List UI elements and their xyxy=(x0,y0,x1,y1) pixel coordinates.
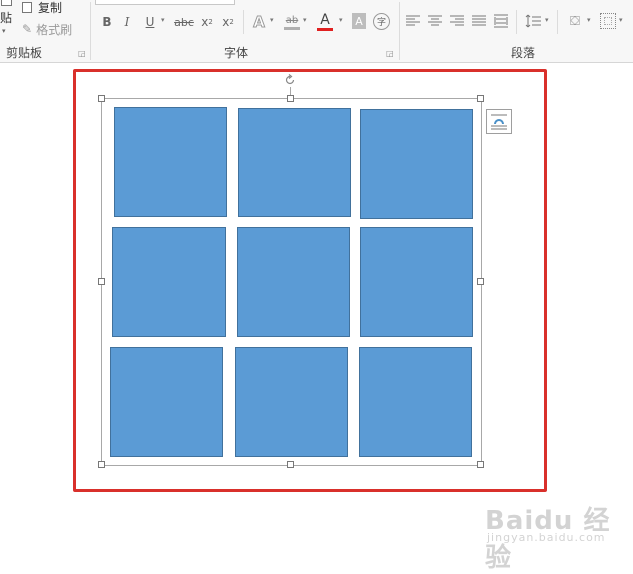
line-spacing-dropdown-icon[interactable]: ▾ xyxy=(545,16,549,24)
shading-button[interactable]: ⛋ xyxy=(566,11,584,31)
align-center-icon xyxy=(428,15,442,26)
font-color-button[interactable]: A xyxy=(317,11,333,33)
italic-button[interactable]: I xyxy=(120,13,134,31)
resize-handle-top[interactable] xyxy=(287,95,294,102)
char-shading-label: A xyxy=(355,14,363,28)
grid-cell-5[interactable] xyxy=(237,227,350,337)
grid-cell-7[interactable] xyxy=(110,347,223,457)
highlight-label: ab xyxy=(285,14,299,26)
paint-bucket-icon: ⛋ xyxy=(570,13,580,29)
bold-label: B xyxy=(102,15,112,29)
superscript-button[interactable]: x2 xyxy=(220,13,236,31)
superscript-mark: 2 xyxy=(229,18,234,26)
line-spacing-icon xyxy=(525,14,541,28)
text-effects-dropdown-icon[interactable]: ▾ xyxy=(270,16,274,24)
resize-handle-top-right[interactable] xyxy=(477,95,484,102)
align-left-button[interactable] xyxy=(405,13,421,29)
baidu-watermark: Baidu 经验 jingyan.baidu.com xyxy=(481,500,629,573)
resize-handle-top-left[interactable] xyxy=(98,95,105,102)
shading-dropdown-icon[interactable]: ▾ xyxy=(587,16,591,24)
paste-label: 贴 xyxy=(0,11,13,25)
subscript-mark: 2 xyxy=(208,18,213,26)
clipboard-dialog-launcher-icon[interactable]: ◲ xyxy=(78,49,86,58)
group-separator xyxy=(243,10,244,34)
underline-label: U xyxy=(145,15,155,29)
grid-cell-3[interactable] xyxy=(360,109,473,219)
paste-dropdown-icon[interactable]: ▾ xyxy=(2,27,6,35)
line-spacing-button[interactable] xyxy=(524,12,542,30)
watermark-sub: jingyan.baidu.com xyxy=(487,531,606,544)
superscript-label: x xyxy=(222,15,230,29)
resize-handle-bottom-left[interactable] xyxy=(98,461,105,468)
paste-button[interactable]: 贴 ▾ xyxy=(0,0,14,35)
font-color-dropdown-icon[interactable]: ▾ xyxy=(339,16,343,24)
group-separator xyxy=(399,2,400,60)
resize-handle-left[interactable] xyxy=(98,278,105,285)
distributed-button[interactable] xyxy=(493,12,509,30)
grid-cell-9[interactable] xyxy=(359,347,472,457)
grid-cell-4[interactable] xyxy=(112,227,226,337)
highlight-color-bar xyxy=(284,26,300,30)
resize-handle-bottom-right[interactable] xyxy=(477,461,484,468)
enclose-char-button[interactable]: 字 xyxy=(373,13,390,30)
format-painter-button[interactable]: ✎ 格式刷 xyxy=(22,21,72,37)
grid-cell-6[interactable] xyxy=(360,227,473,337)
resize-handle-right[interactable] xyxy=(477,278,484,285)
copy-label: 复制 xyxy=(38,0,63,15)
justify-icon xyxy=(472,15,486,26)
underline-dropdown-icon[interactable]: ▾ xyxy=(161,16,165,24)
align-left-icon xyxy=(406,15,420,26)
font-group-label: 字体 xyxy=(224,46,249,60)
grid-cell-8[interactable] xyxy=(235,347,348,457)
align-center-button[interactable] xyxy=(427,13,443,29)
bold-button[interactable]: B xyxy=(100,13,114,31)
italic-label: I xyxy=(124,15,130,29)
clipboard-group-label: 剪贴板 xyxy=(6,46,43,60)
align-right-button[interactable] xyxy=(449,13,465,29)
format-painter-icon: ✎ xyxy=(22,22,33,36)
highlight-button[interactable]: ab xyxy=(283,11,301,33)
paste-icon xyxy=(1,0,12,6)
resize-handle-bottom[interactable] xyxy=(287,461,294,468)
group-separator xyxy=(90,2,91,60)
borders-button[interactable] xyxy=(600,13,616,29)
subscript-button[interactable]: x2 xyxy=(199,13,215,31)
enclose-char-label: 字 xyxy=(376,18,386,28)
text-effects-label: A xyxy=(253,13,266,32)
font-color-label: A xyxy=(320,12,330,28)
align-right-icon xyxy=(450,15,464,26)
underline-button[interactable]: U xyxy=(143,13,157,31)
copy-icon xyxy=(22,1,32,13)
highlight-dropdown-icon[interactable]: ▾ xyxy=(303,16,307,24)
font-dialog-launcher-icon[interactable]: ◲ xyxy=(386,49,394,58)
layout-options-button[interactable] xyxy=(486,109,512,134)
strikethrough-button[interactable]: abc xyxy=(173,13,195,31)
font-name-combo[interactable] xyxy=(95,0,235,5)
group-separator xyxy=(557,10,558,34)
grid-cell-1[interactable] xyxy=(114,107,227,217)
layout-options-icon xyxy=(491,114,507,130)
strikethrough-label: abc xyxy=(174,15,194,29)
format-painter-label: 格式刷 xyxy=(36,22,73,37)
text-effects-button[interactable]: A xyxy=(251,12,267,32)
copy-button[interactable]: 复制 xyxy=(22,0,63,15)
rotate-handle-icon[interactable] xyxy=(284,74,296,86)
subscript-label: x xyxy=(201,15,209,29)
char-shading-button[interactable]: A xyxy=(352,13,366,29)
group-separator xyxy=(516,10,517,34)
distributed-icon xyxy=(494,14,508,28)
borders-dropdown-icon[interactable]: ▾ xyxy=(619,16,623,24)
borders-icon xyxy=(604,17,612,25)
font-color-bar xyxy=(317,28,333,31)
grid-cell-2[interactable] xyxy=(238,108,351,217)
justify-button[interactable] xyxy=(471,13,487,29)
paragraph-group-label: 段落 xyxy=(511,46,536,60)
ribbon: 贴 ▾ 复制 ✎ 格式刷 剪贴板 ◲ B I U ▾ abc x2 x2 A ▾… xyxy=(0,0,633,63)
